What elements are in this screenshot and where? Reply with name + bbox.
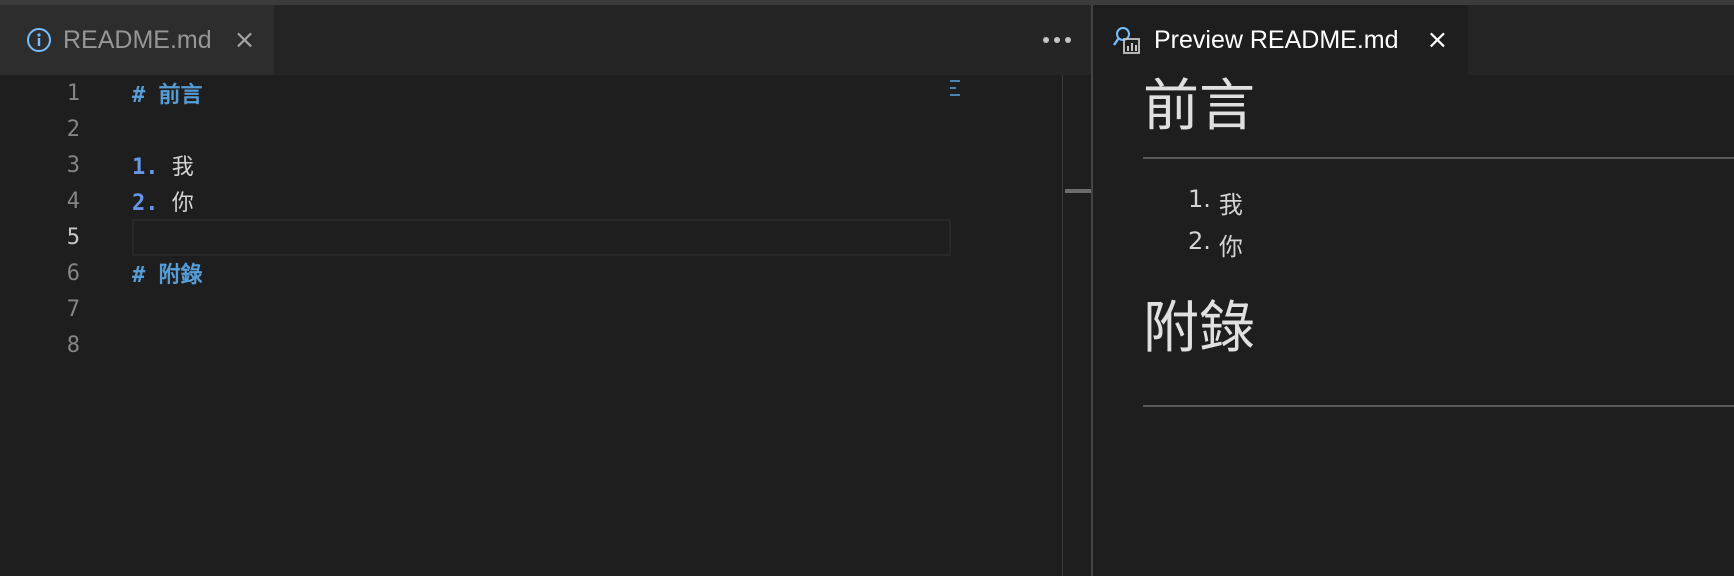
list-number: 2. — [1188, 227, 1211, 255]
tab-label: Preview README.md — [1154, 25, 1399, 54]
heading-divider — [1143, 405, 1734, 407]
minimap[interactable] — [950, 80, 962, 104]
tab-preview-readme[interactable]: Preview README.md × — [1093, 5, 1468, 75]
code-editor[interactable]: 1 # 前言 2 3 1. 我 4 2. 你 5 6 # 附錄 7 8 — [0, 75, 1062, 576]
editor-group: README.md × 1 # 前言 2 3 1. 我 4 2. 你 5 6 #… — [0, 5, 1091, 576]
line-number: 7 — [66, 296, 80, 322]
close-icon[interactable]: × — [234, 27, 256, 53]
code-line[interactable]: 5 — [0, 219, 1000, 255]
code-line[interactable]: 8 — [0, 327, 1000, 363]
list-item: 1. 我 — [1188, 185, 1243, 220]
list-text: 你 — [171, 191, 194, 216]
code-line[interactable]: 6 # 附錄 — [0, 255, 1000, 291]
list-text: 我 — [171, 155, 194, 180]
heading-marker: # — [132, 263, 146, 288]
code-text: # 前言 — [132, 77, 203, 109]
line-number: 4 — [66, 188, 80, 214]
heading-marker: # — [132, 83, 146, 108]
code-line[interactable]: 2 — [0, 111, 1000, 147]
heading-text: 附錄 — [158, 263, 203, 288]
code-line[interactable]: 1 # 前言 — [0, 75, 1000, 111]
preview-tabbar: Preview README.md × — [1093, 5, 1734, 75]
more-actions-icon[interactable] — [1037, 23, 1077, 57]
list-text: 你 — [1218, 233, 1243, 261]
code-line[interactable]: 3 1. 我 — [0, 147, 1000, 183]
list-marker: 2. — [132, 191, 159, 216]
line-number: 6 — [66, 260, 80, 286]
vertical-scrollbar[interactable] — [1062, 75, 1091, 576]
code-text: # 附錄 — [132, 257, 203, 289]
scrollbar-thumb[interactable] — [1065, 189, 1091, 193]
tab-readme[interactable]: README.md × — [0, 5, 274, 75]
code-text: 2. 你 — [132, 185, 194, 217]
preview-group: Preview README.md × 前言 1. 我 2. 你 附錄 — [1093, 5, 1734, 576]
heading-divider — [1143, 157, 1734, 159]
code-text: 1. 我 — [132, 149, 194, 181]
line-number: 2 — [66, 116, 80, 142]
line-number: 5 — [66, 224, 80, 250]
editor-tabbar: README.md × — [0, 5, 1091, 75]
preview-heading: 前言 — [1143, 75, 1255, 139]
list-marker: 1. — [132, 155, 159, 180]
markdown-preview: 前言 1. 我 2. 你 附錄 — [1093, 75, 1734, 576]
close-icon[interactable]: × — [1427, 27, 1449, 53]
list-text: 我 — [1218, 191, 1243, 219]
heading-text: 前言 — [158, 83, 203, 108]
list-item: 2. 你 — [1188, 227, 1243, 262]
tab-label: README.md — [63, 25, 212, 54]
list-number: 1. — [1188, 185, 1211, 213]
code-line[interactable]: 4 2. 你 — [0, 183, 1000, 219]
line-number: 1 — [66, 80, 80, 106]
line-number: 3 — [66, 152, 80, 178]
code-line[interactable]: 7 — [0, 291, 1000, 327]
line-number: 8 — [66, 332, 80, 358]
preview-icon — [1113, 27, 1140, 54]
preview-heading: 附錄 — [1143, 296, 1255, 361]
info-icon — [27, 28, 51, 52]
